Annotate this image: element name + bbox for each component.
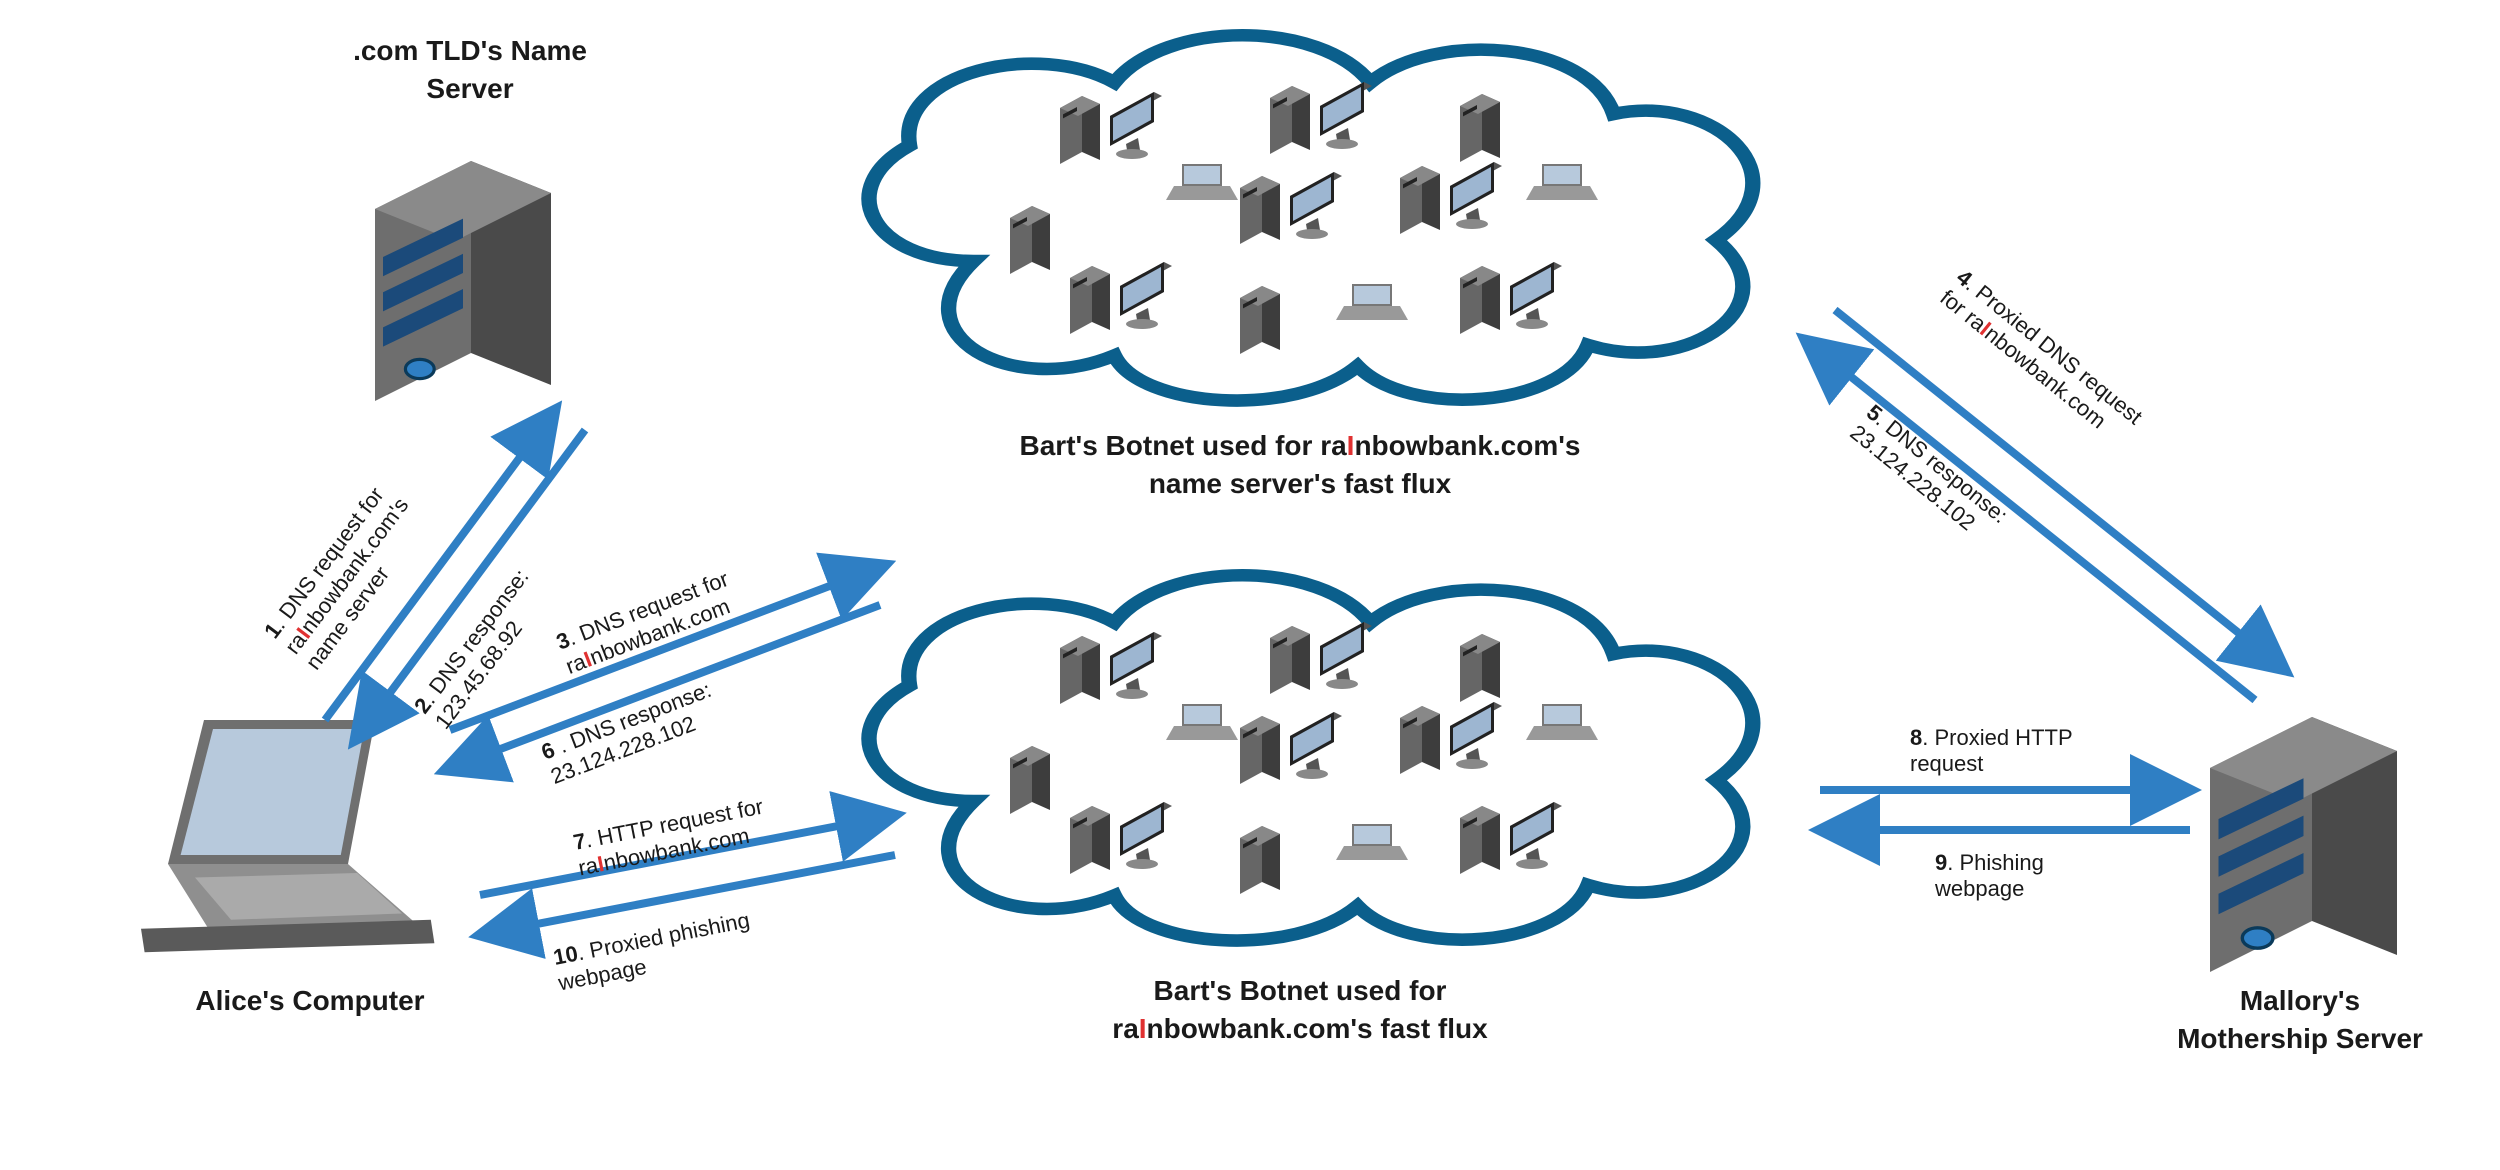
diagram-canvas: .com TLD's Name Server Alice's Computer …: [0, 0, 2500, 1170]
msg-1: 1. DNS request for raInbowbank.com's nam…: [259, 477, 434, 674]
msg-4: 4. Proxied DNS request for raInbowbank.c…: [1935, 264, 2147, 449]
alice-node: [141, 720, 434, 952]
tld-label-1: .com TLD's Name: [353, 35, 587, 66]
svg-text:4. Proxied DNS request: 4. Proxied DNS request: [1952, 264, 2147, 429]
botnet-bot-label-1: Bart's Botnet used for: [1154, 975, 1447, 1006]
arrow-5: [1805, 340, 2255, 700]
msg-8: 8. Proxied HTTP request: [1910, 725, 2073, 776]
alice-label: Alice's Computer: [195, 985, 424, 1016]
tld-server-node: [375, 161, 551, 401]
svg-text:9. Phishing: 9. Phishing: [1935, 850, 2044, 875]
mallory-label-2: Mothership Server: [2177, 1023, 2423, 1054]
msg-3: 3. DNS request for raInbowbank.com: [553, 566, 741, 679]
svg-text:webpage: webpage: [1934, 876, 2024, 901]
msg-7: 7. HTTP request for raInbowbank.com: [571, 794, 770, 881]
msg-6: 6 . DNS response: 23.124.228.102: [538, 677, 724, 789]
botnet-bot-label-2: raInbowbank.com's fast flux: [1112, 1013, 1488, 1044]
mallory-node: [2210, 717, 2397, 972]
svg-text:request: request: [1910, 751, 1983, 776]
tld-label-2: Server: [426, 73, 513, 104]
msg-5: 5. DNS response: 23.124.228.102: [1845, 399, 2012, 548]
mallory-label-1: Mallory's: [2240, 985, 2360, 1016]
msg-2: 2. DNS response: 123.45.68.92: [409, 564, 554, 733]
botnet-top-label-1: Bart's Botnet used for raInbowbank.com's: [1020, 430, 1581, 461]
msg-10: 10. Proxied phishing webpage: [550, 907, 756, 995]
svg-text:8. Proxied HTTP: 8. Proxied HTTP: [1910, 725, 2073, 750]
botnet-top-cloud: [869, 35, 1753, 400]
botnet-top-label-2: name server's fast flux: [1149, 468, 1452, 499]
msg-9: 9. Phishing webpage: [1934, 850, 2044, 901]
botnet-bottom-cloud: [869, 575, 1753, 940]
